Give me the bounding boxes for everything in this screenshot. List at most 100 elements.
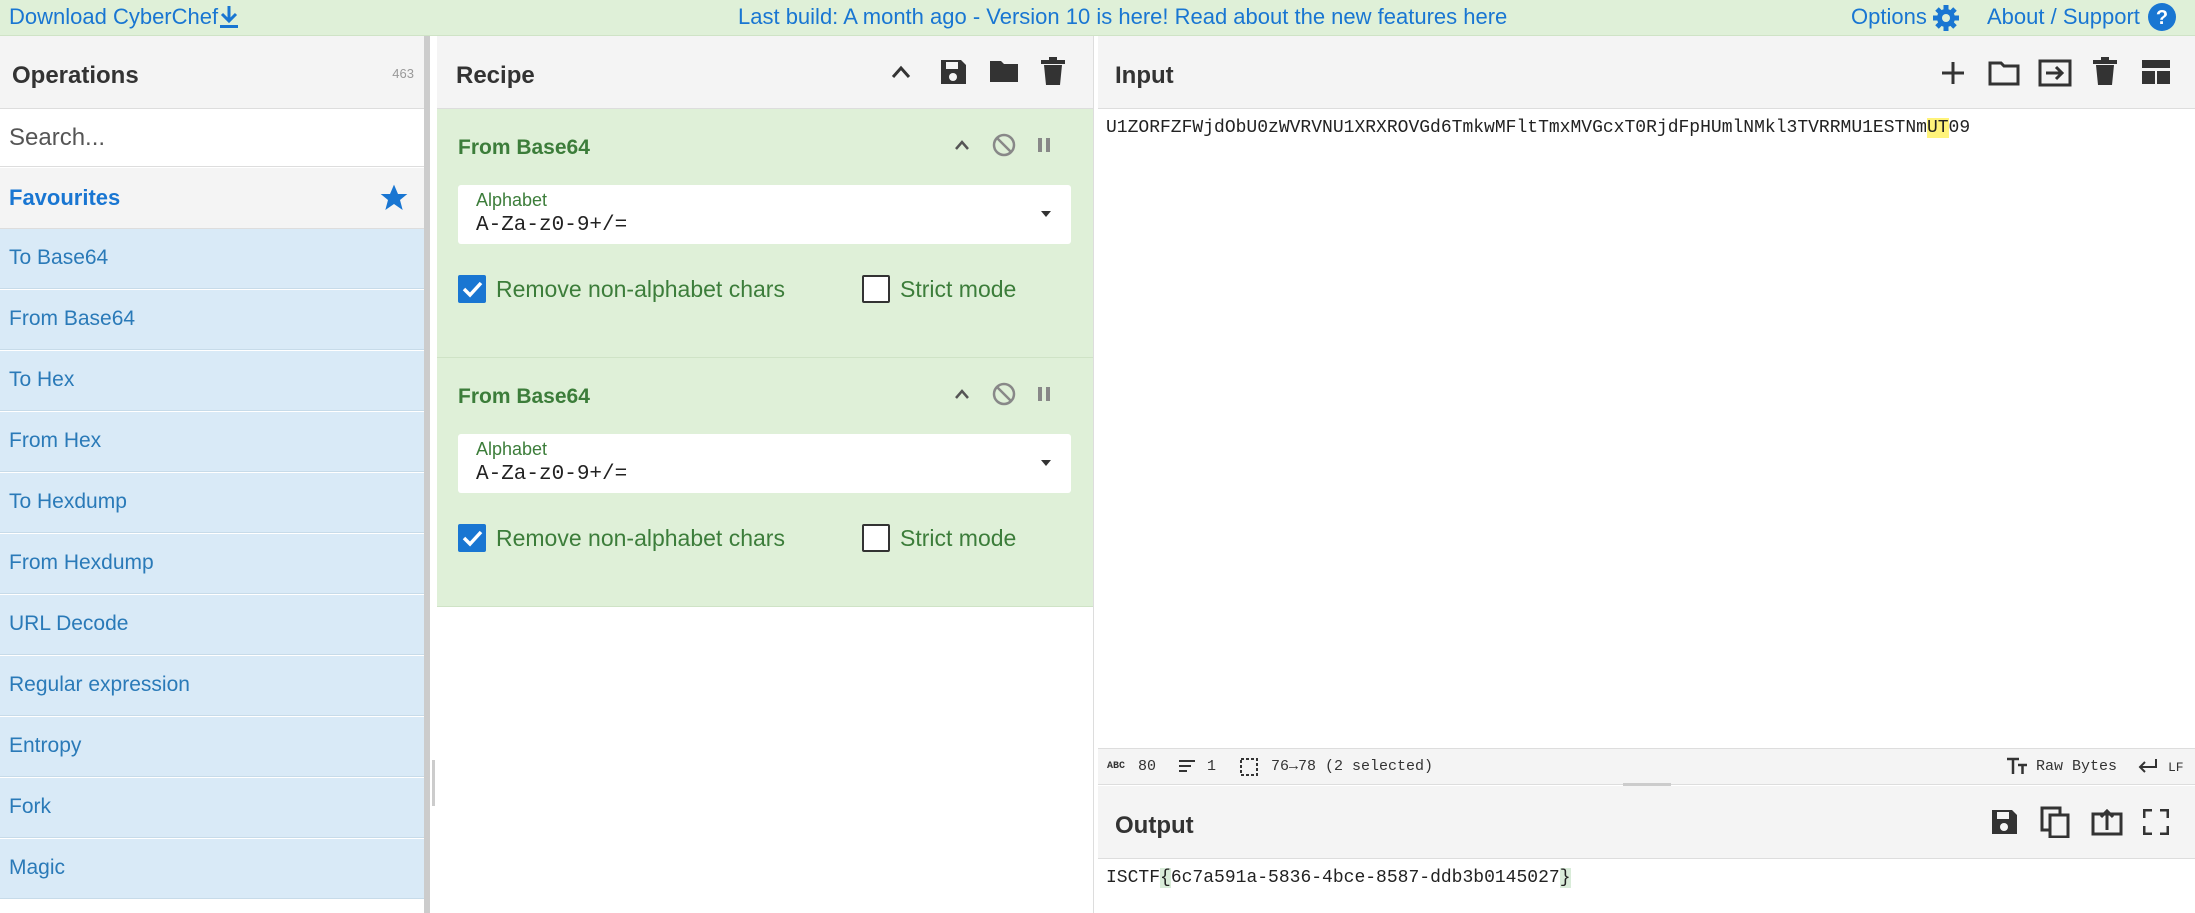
caret-down-icon[interactable] bbox=[1039, 458, 1053, 468]
operation-item-label: From Hex bbox=[9, 429, 102, 452]
operations-header: Operations 463 bbox=[0, 36, 426, 109]
disable-icon[interactable] bbox=[992, 133, 1016, 157]
clear-recipe-trash-icon[interactable] bbox=[1040, 56, 1066, 86]
selection-value: 76→78 (2 selected) bbox=[1271, 758, 1434, 775]
lines-icon bbox=[1178, 759, 1196, 773]
chevron-up-icon[interactable] bbox=[890, 62, 912, 82]
output-header: Output bbox=[1098, 786, 2195, 859]
operations-panel: Operations 463 Favourites To Base64 From … bbox=[0, 36, 427, 913]
alphabet-dropdown[interactable]: Alphabet A-Za-z0-9+/= bbox=[458, 185, 1071, 244]
input-text-after: 09 bbox=[1948, 118, 1971, 138]
remove-non-alphabet-checkbox[interactable] bbox=[458, 524, 486, 552]
remove-non-alphabet-label[interactable]: Remove non-alphabet chars bbox=[496, 276, 785, 303]
input-header: Input bbox=[1098, 36, 2195, 109]
favourites-label: Favourites bbox=[9, 185, 121, 210]
abc-icon: ABC bbox=[1107, 761, 1126, 772]
remove-non-alphabet-label[interactable]: Remove non-alphabet chars bbox=[496, 525, 785, 552]
input-text-selection: UT bbox=[1926, 118, 1949, 138]
lines-value: 1 bbox=[1207, 758, 1217, 775]
operation-item[interactable]: To Hexdump bbox=[0, 473, 424, 533]
recipe-ingredient[interactable]: From Base64 Alphabet A-Za-z0-9+/= Remove no… bbox=[437, 109, 1093, 358]
operation-item[interactable]: From Hex bbox=[0, 412, 424, 472]
recipe-header: Recipe bbox=[437, 36, 1093, 109]
eol-value[interactable]: LF bbox=[2168, 760, 2184, 775]
alphabet-label: Alphabet bbox=[476, 190, 548, 210]
operation-item-label: URL Decode bbox=[9, 612, 129, 635]
ingredient-name: From Base64 bbox=[458, 385, 590, 408]
build-notice-link[interactable]: Last build: A month ago - Version 10 is … bbox=[738, 4, 1507, 30]
star-icon[interactable] bbox=[378, 182, 410, 214]
strict-mode-label[interactable]: Strict mode bbox=[900, 525, 1016, 552]
alphabet-value: A-Za-z0-9+/= bbox=[476, 214, 628, 237]
operation-item[interactable]: To Hex bbox=[0, 351, 424, 411]
eol-return-icon[interactable] bbox=[2138, 758, 2158, 774]
operation-item-label: To Base64 bbox=[9, 246, 109, 269]
pause-icon[interactable] bbox=[1035, 382, 1053, 406]
output-textarea[interactable]: ISCTF{6c7a591a-5836-4bce-8587-ddb3b01450… bbox=[1106, 868, 1571, 888]
input-textarea[interactable]: U1ZORFZFWjdObU0zWVRVNU1XRXROVGd6TmkwMFlt… bbox=[1106, 118, 1970, 138]
options-link[interactable]: Options bbox=[1851, 4, 1927, 30]
operation-item-label: Regular expression bbox=[9, 673, 190, 696]
gear-icon[interactable] bbox=[1931, 3, 1961, 33]
strict-mode-checkbox[interactable] bbox=[862, 275, 890, 303]
operation-item[interactable]: To Base64 bbox=[0, 229, 424, 289]
output-brace-open: { bbox=[1160, 868, 1171, 888]
operation-item-label: To Hexdump bbox=[9, 490, 127, 513]
operation-item[interactable]: Entropy bbox=[0, 717, 424, 777]
open-folder-icon[interactable] bbox=[1988, 59, 2020, 87]
remove-non-alphabet-checkbox[interactable] bbox=[458, 275, 486, 303]
alphabet-value: A-Za-z0-9+/= bbox=[476, 463, 628, 486]
ingredient-name: From Base64 bbox=[458, 136, 590, 159]
replace-input-with-output-icon[interactable] bbox=[2091, 808, 2123, 836]
recipe-ingredient[interactable]: From Base64 Alphabet A-Za-z0-9+/= Remove no… bbox=[437, 358, 1093, 607]
selection-icon bbox=[1240, 758, 1258, 776]
operation-item-label: Entropy bbox=[9, 734, 82, 757]
operation-item[interactable]: Magic bbox=[0, 839, 424, 899]
chevron-up-icon[interactable] bbox=[954, 138, 970, 152]
favourites-category[interactable]: Favourites bbox=[0, 168, 424, 229]
maximise-output-icon[interactable] bbox=[2143, 809, 2169, 835]
download-cyberchef-link[interactable]: Download CyberChef bbox=[9, 4, 218, 30]
save-recipe-icon[interactable] bbox=[938, 57, 968, 87]
svg-text:?: ? bbox=[2156, 7, 2168, 29]
disable-icon[interactable] bbox=[992, 382, 1016, 406]
save-output-icon[interactable] bbox=[1989, 807, 2019, 837]
clear-input-trash-icon[interactable] bbox=[2092, 56, 2118, 86]
operation-item[interactable]: From Hexdump bbox=[0, 534, 424, 594]
output-text-body: 6c7a591a-5836-4bce-8587-ddb3b0145027 bbox=[1170, 868, 1560, 888]
layout-reset-icon[interactable] bbox=[2141, 59, 2171, 85]
strict-mode-label[interactable]: Strict mode bbox=[900, 276, 1016, 303]
chevron-up-icon[interactable] bbox=[954, 387, 970, 401]
help-icon[interactable]: ? bbox=[2147, 2, 2177, 32]
operations-search-input[interactable] bbox=[0, 109, 424, 167]
text-encoding-icon[interactable] bbox=[2006, 757, 2028, 775]
add-tab-plus-icon[interactable] bbox=[1940, 60, 1966, 86]
operation-item[interactable]: Regular expression bbox=[0, 656, 424, 716]
open-file-icon[interactable] bbox=[2038, 58, 2072, 88]
operation-item[interactable]: URL Decode bbox=[0, 595, 424, 655]
caret-down-icon[interactable] bbox=[1039, 209, 1053, 219]
pause-icon[interactable] bbox=[1035, 133, 1053, 157]
panel-resize-handle[interactable] bbox=[432, 760, 435, 806]
about-support-link[interactable]: About / Support bbox=[1987, 4, 2140, 30]
input-text-before: U1ZORFZFWjdObU0zWVRVNU1XRXROVGd6TmkwMFlt… bbox=[1106, 118, 1927, 138]
output-brace-close: } bbox=[1559, 868, 1571, 888]
input-panel: Input U1ZORFZFWjdObU0zWVRVNU1XRXROVGd6Tm… bbox=[1098, 36, 2195, 783]
download-icon[interactable] bbox=[217, 4, 241, 30]
operation-item[interactable]: From Base64 bbox=[0, 290, 424, 350]
copy-output-icon[interactable] bbox=[2040, 806, 2070, 838]
length-value: 80 bbox=[1138, 758, 1157, 775]
operations-count: 463 bbox=[392, 66, 414, 81]
output-text-prefix: ISCTF bbox=[1106, 868, 1161, 888]
operation-item-label: From Base64 bbox=[9, 307, 136, 330]
operations-title: Operations bbox=[12, 62, 139, 89]
output-title: Output bbox=[1115, 812, 1194, 839]
encoding-value[interactable]: Raw Bytes bbox=[2036, 758, 2117, 775]
operations-scrollbar[interactable] bbox=[424, 36, 430, 913]
load-recipe-folder-icon[interactable] bbox=[988, 57, 1020, 85]
operation-item-label: Fork bbox=[9, 795, 51, 818]
operation-item[interactable]: Fork bbox=[0, 778, 424, 838]
alphabet-dropdown[interactable]: Alphabet A-Za-z0-9+/= bbox=[458, 434, 1071, 493]
top-banner: Download CyberChef Last build: A month a… bbox=[0, 0, 2195, 36]
strict-mode-checkbox[interactable] bbox=[862, 524, 890, 552]
